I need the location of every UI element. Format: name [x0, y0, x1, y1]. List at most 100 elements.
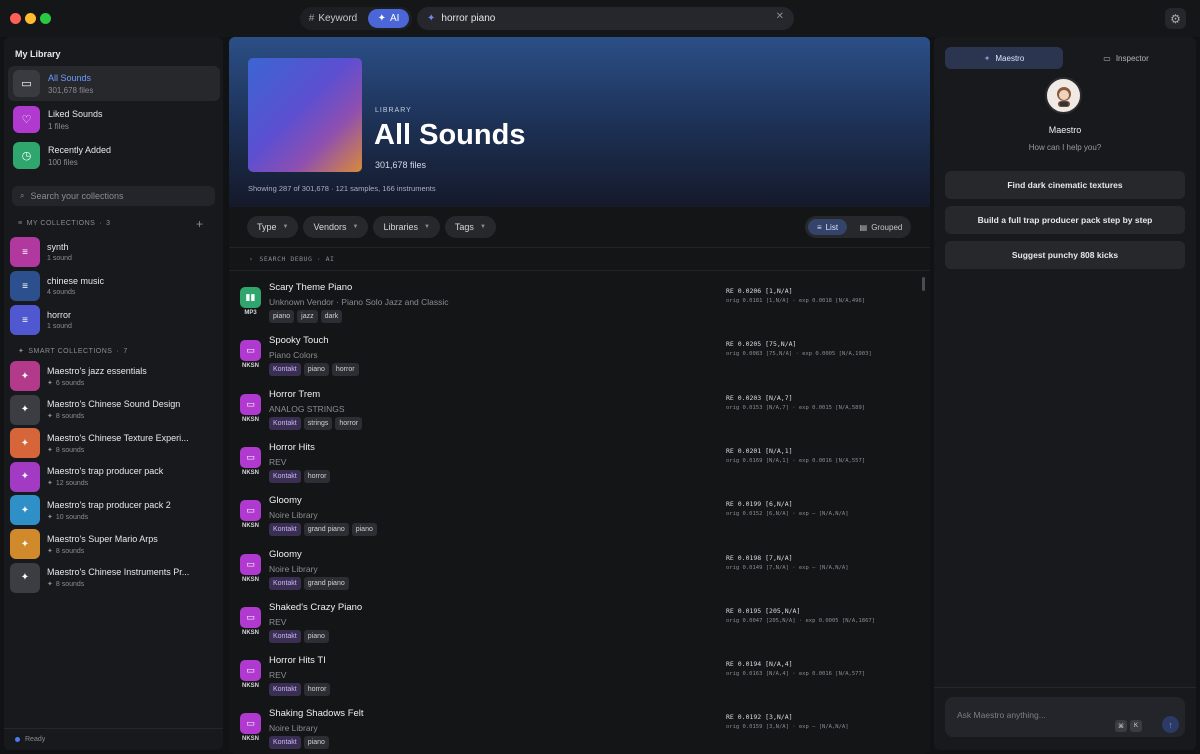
sparkle-icon: ✦: [47, 446, 53, 454]
tab-maestro[interactable]: ✦ Maestro: [945, 47, 1063, 69]
suggestion-button[interactable]: Find dark cinematic textures: [945, 171, 1185, 199]
collection-count-row: ✦ 12 sounds: [47, 479, 192, 487]
sound-row[interactable]: ▮▮ MP3 Scary Theme Piano Unknown Vendor · P…: [229, 277, 930, 330]
send-button[interactable]: ↑: [1162, 716, 1179, 733]
status-dot-icon: [15, 737, 20, 742]
tag-chip[interactable]: horror: [331, 363, 359, 377]
sound-row[interactable]: ▭ NKSN Horror Trem ANALOG STRINGS Kontakt str…: [229, 384, 930, 437]
score-breakdown: orig 0.0153 [N/A,7] · exp 0.0015 [N/A,58…: [726, 404, 866, 411]
smart-collection-item[interactable]: ✦ Maestro's Super Mario Arps ✦ 8 sounds: [8, 528, 220, 560]
smart-collection-item[interactable]: ✦ Maestro's jazz essentials ✦ 6 sounds: [8, 360, 220, 392]
clear-search-icon[interactable]: ✕: [776, 11, 784, 22]
tag-chip[interactable]: jazz: [297, 310, 318, 323]
smart-collection-item[interactable]: ✦ Maestro's Chinese Texture Experi... ✦ 8 s…: [8, 427, 220, 459]
keyword-mode-button[interactable]: # Keyword: [302, 9, 364, 28]
sound-row[interactable]: ▭ NKSN Gloomy Noire Library Kontakt grand pia…: [229, 490, 930, 543]
sound-vendor: REV: [269, 456, 287, 467]
tag-chip[interactable]: horror: [335, 416, 363, 430]
filter-type-button[interactable]: Type ▼: [247, 216, 299, 238]
my-collections-label: MY COLLECTIONS: [26, 220, 96, 227]
tag-chip[interactable]: piano: [303, 363, 329, 377]
sound-row[interactable]: ▭ NKSN Shaking Shadows Felt Noire Library Ko…: [229, 703, 930, 754]
sound-list: ▮▮ MP3 Scary Theme Piano Unknown Vendor · P…: [229, 277, 930, 754]
tag-chip[interactable]: piano: [269, 310, 295, 323]
smart-collection-item[interactable]: ✦ Maestro's Chinese Sound Design ✦ 8 sounds: [8, 394, 220, 426]
list-view-button[interactable]: ≡ List: [808, 219, 847, 235]
tag-chip[interactable]: Kontakt: [269, 576, 301, 590]
tag-chip[interactable]: Kontakt: [269, 736, 301, 750]
tag-chip[interactable]: horror: [303, 469, 331, 483]
tag-chip[interactable]: Kontakt: [269, 469, 301, 483]
sparkle-icon: ✦: [47, 379, 53, 387]
smart-collection-item[interactable]: ✦ Maestro's Chinese Instruments Pr... ✦ 8 s…: [8, 562, 220, 594]
sound-name: Shaking Shadows Felt: [269, 708, 364, 720]
tag-list: Kontakt grand piano: [269, 576, 349, 590]
tag-chip[interactable]: horror: [303, 683, 331, 697]
settings-button[interactable]: ⚙: [1165, 8, 1186, 29]
sound-row[interactable]: ▭ NKSN Gloomy Noire Library Kontakt grand pia…: [229, 544, 930, 597]
minimize-window-button[interactable]: [25, 13, 36, 24]
filter-tags-button[interactable]: Tags ▼: [444, 216, 496, 238]
tag-chip[interactable]: grand piano: [303, 576, 349, 590]
grouped-view-button[interactable]: ▤ Grouped: [853, 219, 909, 235]
tag-chip[interactable]: piano: [351, 523, 377, 537]
tag-list: piano jazz dark: [269, 310, 343, 323]
search-debug-toggle[interactable]: › SEARCH DEBUG · AI: [229, 247, 930, 271]
collection-search-field[interactable]: ⌕ Search your collections: [12, 186, 215, 206]
close-window-button[interactable]: [10, 13, 21, 24]
tag-chip[interactable]: grand piano: [303, 523, 349, 537]
add-collection-button[interactable]: +: [196, 217, 203, 231]
collection-item[interactable]: ≡ horror 1 sound: [8, 304, 220, 336]
zoom-window-button[interactable]: [40, 13, 51, 24]
tag-list: Kontakt piano: [269, 629, 329, 643]
filter-vendors-button[interactable]: Vendors ▼: [303, 216, 369, 238]
collection-item[interactable]: ≡ chinese music 4 sounds: [8, 270, 220, 302]
chat-input[interactable]: [957, 710, 1107, 720]
filter-libraries-button[interactable]: Libraries ▼: [373, 216, 440, 238]
sound-row[interactable]: ▭ NKSN Spooky Touch Piano Colors Kontakt pian…: [229, 330, 930, 383]
collection-item[interactable]: ≡ synth 1 sound: [8, 236, 220, 268]
tab-inspector[interactable]: ▭ Inspector: [1067, 47, 1185, 69]
inspector-icon: ▭: [1103, 53, 1111, 63]
chevron-down-icon: ▼: [282, 224, 289, 230]
suggestion-button[interactable]: Build a full trap producer pack step by …: [945, 206, 1185, 234]
tag-chip[interactable]: Kontakt: [269, 629, 301, 643]
maestro-avatar: [1045, 77, 1082, 114]
grouped-view-label: Grouped: [871, 222, 903, 232]
search-input[interactable]: [441, 13, 762, 24]
tag-chip[interactable]: Kontakt: [269, 416, 301, 430]
library-item-label: Recently Added: [48, 144, 112, 155]
sparkle-icon: ✦: [18, 348, 25, 355]
ai-mode-button[interactable]: ✦ AI: [368, 9, 409, 28]
library-item[interactable]: ▭ All Sounds 301,678 files: [8, 66, 220, 101]
sound-row[interactable]: ▭ NKSN Horror Hits TI REV Kontakt horror RE 0.…: [229, 650, 930, 703]
list-scrollbar[interactable]: [922, 277, 925, 291]
tag-chip[interactable]: piano: [303, 629, 329, 643]
sound-row[interactable]: ▭ NKSN Shaked's Crazy Piano REV Kontakt piano…: [229, 597, 930, 650]
smart-collection-item[interactable]: ✦ Maestro's trap producer pack 2 ✦ 10 sound…: [8, 494, 220, 526]
library-item[interactable]: ◷ Recently Added 100 files: [8, 138, 220, 173]
library-cover-art: [248, 58, 362, 172]
tab-maestro-label: Maestro: [995, 53, 1025, 63]
smart-collection-item[interactable]: ✦ Maestro's trap producer pack ✦ 12 sounds: [8, 461, 220, 493]
file-format-label: NKSN: [241, 683, 259, 690]
tag-chip[interactable]: Kontakt: [269, 683, 301, 697]
library-item-label: Liked Sounds: [48, 108, 103, 119]
keyword-mode-label: Keyword: [318, 13, 358, 24]
chevron-right-icon: ›: [249, 255, 254, 263]
chat-input-box: ⌘ K ↑: [945, 697, 1185, 737]
suggestion-button[interactable]: Suggest punchy 808 kicks: [945, 241, 1185, 269]
sparkle-icon: ✦: [47, 413, 53, 421]
list-icon: ≡: [18, 220, 23, 227]
tag-chip[interactable]: Kontakt: [269, 363, 301, 377]
library-item[interactable]: ♡ Liked Sounds 1 files: [8, 102, 220, 137]
hash-icon: #: [308, 13, 315, 24]
sound-row[interactable]: ▭ NKSN Horror Hits REV Kontakt horror RE 0.020…: [229, 437, 930, 490]
tag-chip[interactable]: strings: [303, 416, 333, 430]
collection-count-row: ✦ 10 sounds: [47, 513, 192, 521]
tag-chip[interactable]: piano: [303, 736, 329, 750]
tag-chip[interactable]: Kontakt: [269, 523, 301, 537]
relevance-score: RE 0.0203 [N/A,7]: [726, 393, 793, 402]
sound-name: Scary Theme Piano: [269, 282, 353, 293]
tag-chip[interactable]: dark: [320, 310, 343, 323]
